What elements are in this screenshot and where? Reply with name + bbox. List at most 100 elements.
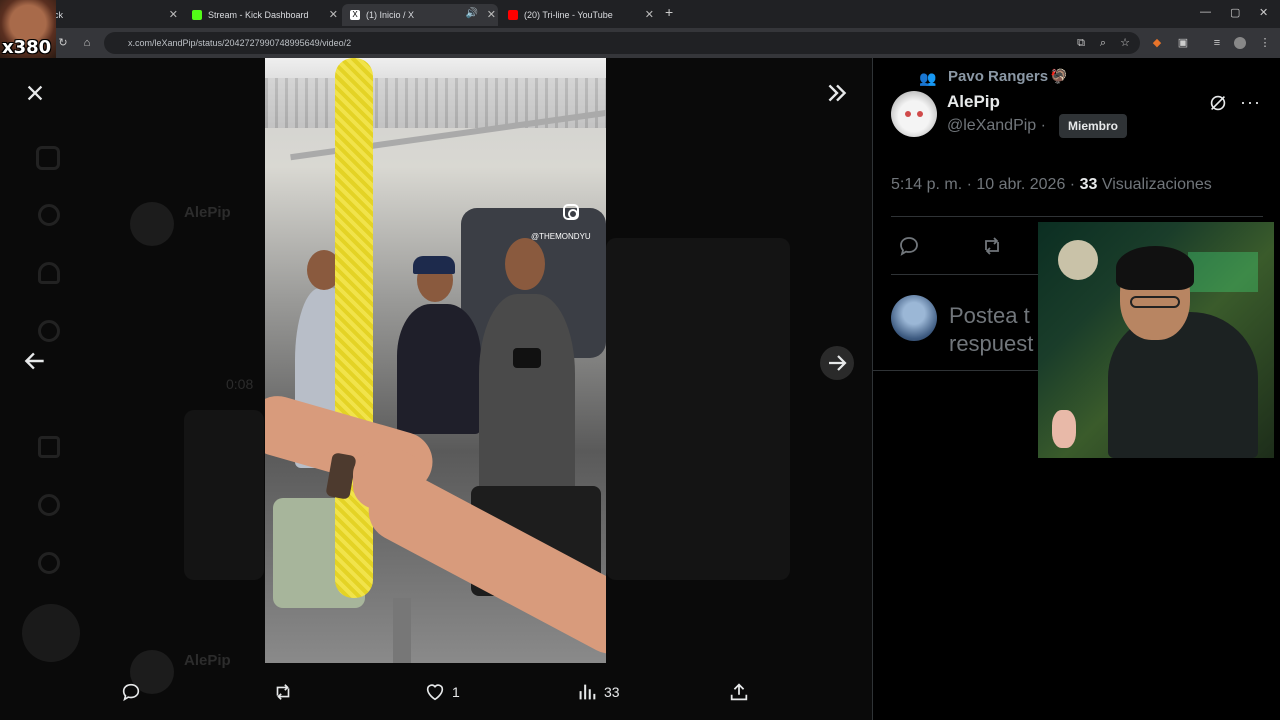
post-timestamp[interactable]: 5:14 p. m. · 10 abr. 2026 · xyxy=(891,176,1075,193)
member-badge: Miembro xyxy=(1059,114,1128,138)
author-avatar[interactable] xyxy=(891,91,937,137)
tab-x-home[interactable]: X (1) Inicio / X 🔊 ✕ xyxy=(342,4,498,26)
tab-kick-dashboard[interactable]: Stream - Kick Dashboard ✕ xyxy=(184,4,340,26)
ghost-post-button xyxy=(22,604,80,662)
close-viewer-icon[interactable] xyxy=(24,82,46,104)
close-tab-icon[interactable]: ✕ xyxy=(487,8,496,21)
expand-panel-icon[interactable] xyxy=(824,80,850,106)
ghost-notifications-icon xyxy=(38,262,60,284)
url-text: x.com/leXandPip/status/20427279907489956… xyxy=(128,38,352,48)
handle-separator: · xyxy=(1040,117,1046,134)
heart-icon xyxy=(426,684,444,701)
share-button[interactable] xyxy=(728,678,750,706)
extensions-puzzle-icon[interactable]: ▣ xyxy=(1176,36,1190,50)
close-window-icon[interactable]: ✕ xyxy=(1259,6,1268,19)
ghost-more-icon xyxy=(38,552,60,574)
reply-button[interactable] xyxy=(120,678,142,706)
ghost-avatar xyxy=(130,202,174,246)
grok-icon[interactable] xyxy=(1207,92,1229,114)
youtube-icon xyxy=(508,10,518,20)
reply-icon xyxy=(122,683,140,702)
profile-avatar[interactable] xyxy=(1234,37,1246,49)
new-tab-icon[interactable]: + xyxy=(665,4,673,20)
views-count: 33 xyxy=(604,684,620,700)
webcam-overlay xyxy=(1038,222,1274,458)
camera-held xyxy=(513,348,541,368)
tab-label: (20) Tri-line - YouTube xyxy=(524,10,613,20)
avatar-detail xyxy=(917,111,923,117)
kick-icon xyxy=(192,10,202,20)
yellow-pole xyxy=(335,58,373,598)
x-logo-icon: X xyxy=(350,10,360,20)
overlay-counter: x380 xyxy=(2,37,52,58)
post-metadata: 5:14 p. m. · 10 abr. 2026 · 33 Visualiza… xyxy=(891,176,1212,194)
ghost-video-thumb xyxy=(184,410,264,580)
tab-kick[interactable]: ck ✕ xyxy=(40,4,180,26)
close-tab-icon[interactable]: ✕ xyxy=(169,8,178,21)
like-count: 1 xyxy=(452,684,460,700)
passenger-black-hoodie xyxy=(397,304,481,434)
zoom-icon[interactable]: ⌕ xyxy=(1096,36,1110,50)
tab-label: (1) Inicio / X xyxy=(366,10,415,20)
ghost-author-2: AlePip xyxy=(184,652,231,669)
bookmark-star-icon[interactable]: ☆ xyxy=(1118,36,1132,50)
tab-youtube[interactable]: (20) Tri-line - YouTube ✕ xyxy=(500,4,656,26)
reload-icon[interactable]: ↻ xyxy=(56,36,70,50)
ghost-home-icon xyxy=(36,146,60,170)
author-handle[interactable]: @leXandPip · xyxy=(947,117,1046,135)
cast-icon[interactable]: ⧉ xyxy=(1074,36,1088,50)
community-name[interactable]: Pavo Rangers xyxy=(948,68,1048,85)
avatar-detail xyxy=(905,111,911,117)
speaker-icon[interactable]: 🔊 xyxy=(466,8,478,19)
previous-media-icon[interactable] xyxy=(22,348,50,376)
tab-label: Stream - Kick Dashboard xyxy=(208,10,309,20)
reply-input[interactable]: Postea t respuest xyxy=(949,302,1033,358)
close-tab-icon[interactable]: ✕ xyxy=(645,8,654,21)
close-tab-icon[interactable]: ✕ xyxy=(329,8,338,21)
green-light xyxy=(1188,252,1258,292)
microphone xyxy=(1058,240,1098,280)
author-name[interactable]: AlePip xyxy=(947,92,1000,112)
pole-base xyxy=(393,598,411,663)
streamer-body xyxy=(1108,312,1258,458)
ghost-profile-icon xyxy=(38,494,60,516)
media-viewer: AlePip 0:08 AlePip @THEMONDYU 1 33 xyxy=(0,58,872,720)
analytics-icon xyxy=(579,684,596,700)
media-control-icon[interactable]: ≡ xyxy=(1210,36,1224,50)
repost-icon xyxy=(276,684,290,700)
baseball-cap xyxy=(413,256,455,274)
ghost-video-time: 0:08 xyxy=(226,376,254,392)
minimize-icon[interactable]: — xyxy=(1200,6,1211,18)
share-icon xyxy=(730,683,748,701)
ghost-author: AlePip xyxy=(184,204,231,221)
home-icon[interactable]: ⌂ xyxy=(80,36,94,50)
divider xyxy=(873,370,1043,371)
mascot-sticker xyxy=(1052,410,1076,448)
like-button[interactable]: 1 xyxy=(424,678,460,706)
glasses xyxy=(1130,296,1180,308)
arrow-right-icon xyxy=(829,355,847,371)
address-bar-row: ↻ ⌂ x.com/leXandPip/status/2042727990748… xyxy=(0,28,1280,58)
more-options-icon[interactable]: ··· xyxy=(1240,92,1261,113)
turkey-emoji-icon: 🦃 xyxy=(1050,68,1068,84)
post-views-count: 33 xyxy=(1079,176,1098,193)
maximize-icon[interactable]: ▢ xyxy=(1230,6,1240,19)
instagram-icon xyxy=(563,204,579,220)
passenger-head xyxy=(505,238,545,290)
panel-repost-icon[interactable] xyxy=(980,234,1004,258)
browser-tab-strip: ck ✕ Stream - Kick Dashboard ✕ X (1) Ini… xyxy=(0,0,1280,28)
views-button[interactable]: 33 xyxy=(576,678,620,706)
panel-reply-icon[interactable] xyxy=(897,234,921,258)
next-media-button[interactable] xyxy=(820,346,854,380)
extension-icon[interactable]: ◆ xyxy=(1150,36,1164,50)
streamer-hair xyxy=(1116,246,1194,290)
url-field[interactable]: x.com/leXandPip/status/20427279907489956… xyxy=(104,32,1140,54)
ghost-lists-icon xyxy=(38,436,60,458)
menu-kebab-icon[interactable]: ⋮ xyxy=(1258,36,1272,50)
reply-placeholder-line2: respuest xyxy=(949,331,1034,356)
video-frame[interactable]: @THEMONDYU xyxy=(265,58,606,663)
reply-placeholder-line1: Postea t xyxy=(949,303,1030,328)
divider xyxy=(891,216,1263,217)
ghost-search-icon xyxy=(38,204,60,226)
repost-button[interactable] xyxy=(272,678,294,706)
